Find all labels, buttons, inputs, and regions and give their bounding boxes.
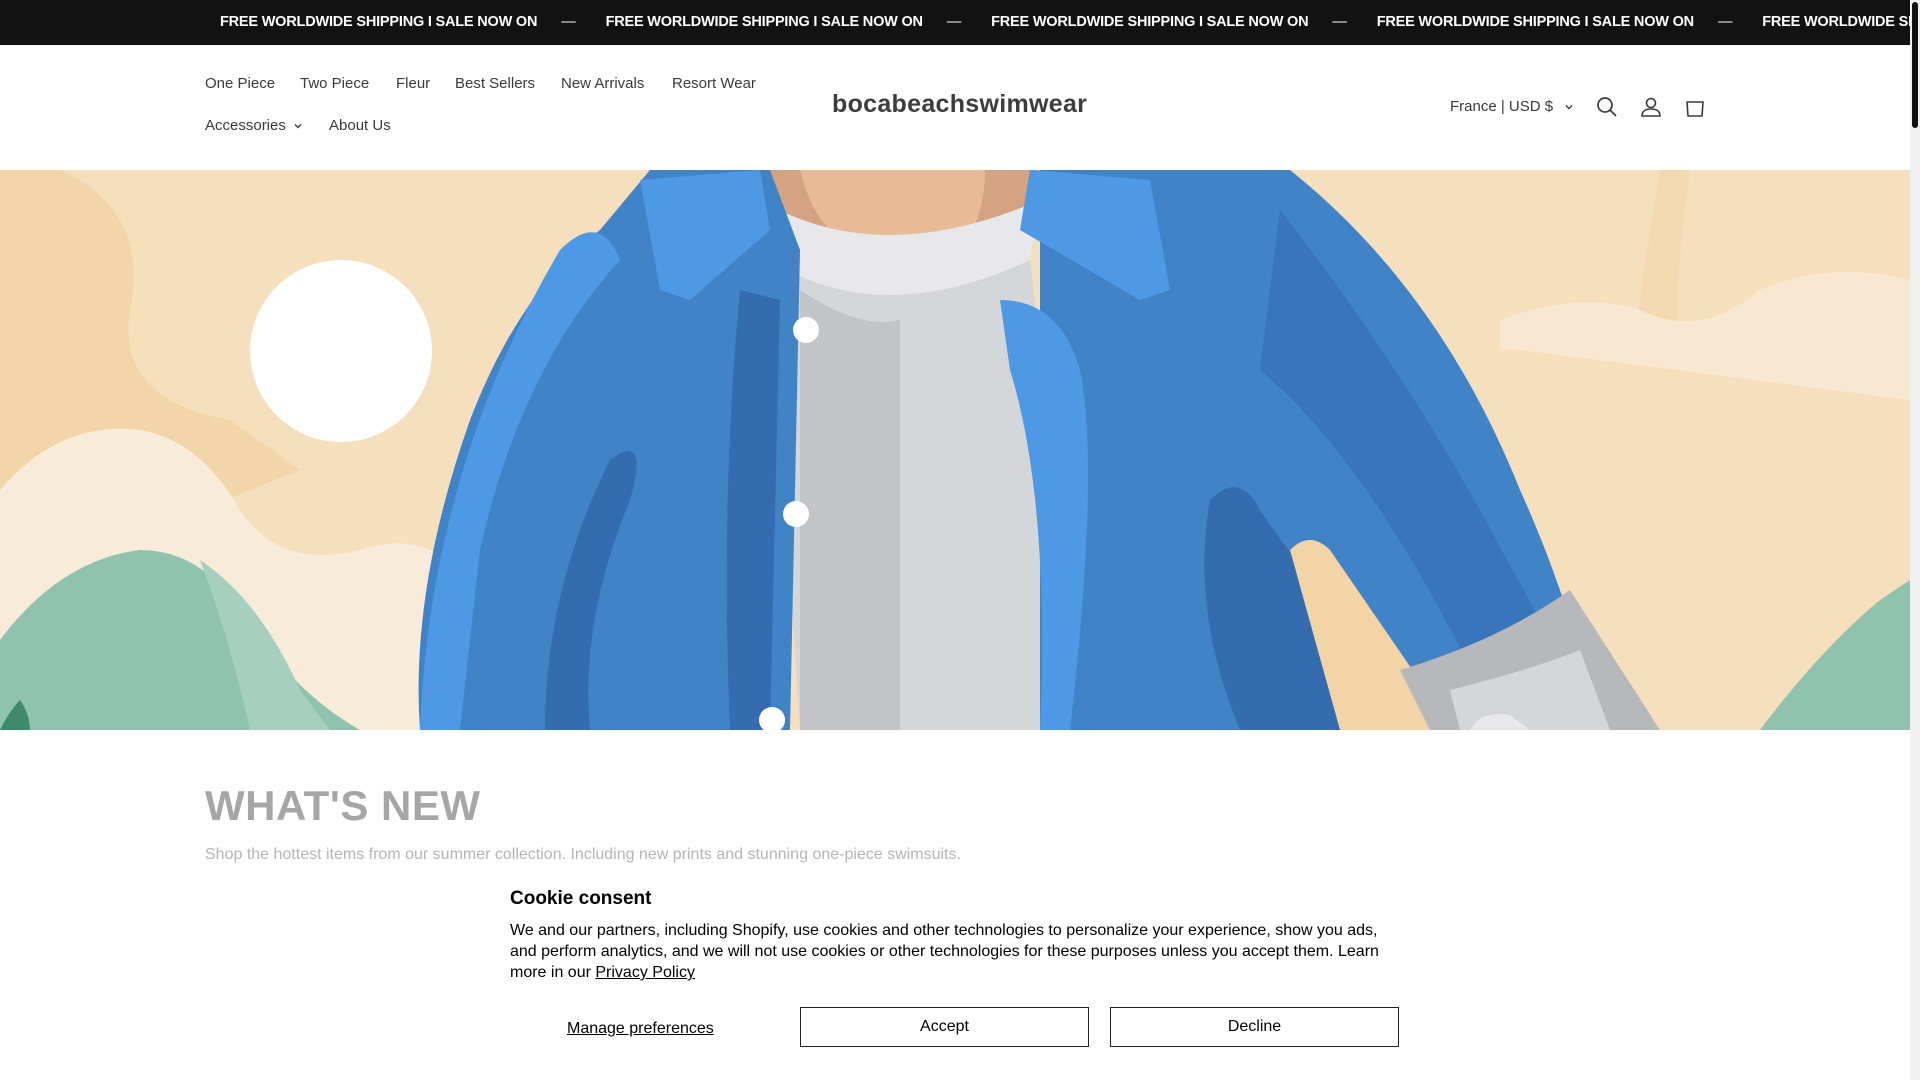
search-button[interactable] bbox=[1593, 93, 1621, 121]
locale-label: France | USD $ bbox=[1450, 98, 1554, 115]
hero-illustration bbox=[0, 170, 1910, 730]
cookie-title: Cookie consent bbox=[510, 888, 652, 909]
nav-item-fleur[interactable]: Fleur bbox=[396, 75, 430, 92]
announcement-separator: — bbox=[1332, 14, 1347, 30]
nav-item-label: Accessories bbox=[205, 117, 286, 134]
announcement-marquee: FREE WORLDWIDE SHIPPING I SALE NOW ON — F… bbox=[220, 14, 1920, 30]
announcement-text: FREE WORLDWIDE SHIPPING I SALE NOW ON bbox=[991, 14, 1309, 30]
search-icon bbox=[1597, 97, 1617, 117]
account-icon bbox=[1641, 97, 1661, 117]
nav-item-one-piece[interactable]: One Piece bbox=[205, 75, 275, 92]
decline-button[interactable]: Decline bbox=[1110, 1007, 1399, 1047]
privacy-policy-link[interactable]: Privacy Policy bbox=[595, 964, 695, 981]
cookie-body: We and our partners, including Shopify, … bbox=[510, 920, 1390, 983]
section-description: Shop the hottest items from our summer c… bbox=[205, 846, 961, 863]
announcement-text: FREE WORLDWIDE SHIPPING I SALE NOW ON bbox=[220, 14, 538, 30]
site-logo[interactable]: bocabeachswimwear bbox=[832, 90, 1087, 119]
manage-preferences-button[interactable]: Manage preferences bbox=[567, 1020, 714, 1038]
account-button[interactable] bbox=[1637, 93, 1665, 121]
announcement-separator: — bbox=[946, 14, 962, 30]
announcement-text: FREE WORLDWIDE SHIPPING I SALE NOW ON bbox=[1376, 14, 1694, 30]
cart-button[interactable] bbox=[1681, 93, 1709, 121]
scrollbar-thumb[interactable] bbox=[1912, 2, 1918, 128]
section-title: WHAT'S NEW bbox=[205, 782, 481, 829]
site-header: One Piece Two Piece Fleur Best Sellers N… bbox=[0, 45, 1910, 170]
nav-item-resort-wear[interactable]: Resort Wear bbox=[672, 75, 756, 92]
hero-banner bbox=[0, 170, 1910, 730]
nav-item-best-sellers[interactable]: Best Sellers bbox=[455, 75, 535, 92]
nav-item-accessories[interactable]: Accessories bbox=[205, 117, 304, 134]
nav-item-new-arrivals[interactable]: New Arrivals bbox=[561, 75, 644, 92]
cart-icon bbox=[1686, 101, 1704, 117]
announcement-text: FREE WORLDWIDE SHIPPING I SALE NOW ON bbox=[605, 14, 923, 30]
nav-item-two-piece[interactable]: Two Piece bbox=[300, 75, 369, 92]
announcement-separator: — bbox=[1717, 14, 1733, 30]
chevron-down-icon bbox=[294, 124, 302, 129]
nav-item-about-us[interactable]: About Us bbox=[329, 117, 391, 134]
accept-button[interactable]: Accept bbox=[800, 1007, 1089, 1047]
announcement-bar: FREE WORLDWIDE SHIPPING I SALE NOW ON — F… bbox=[0, 0, 1920, 45]
chevron-down-icon bbox=[1565, 105, 1573, 110]
sun-shape bbox=[250, 260, 432, 442]
country-currency-selector[interactable]: France | USD $ bbox=[1450, 98, 1575, 115]
page-scrollbar[interactable] bbox=[1910, 0, 1920, 1080]
announcement-separator: — bbox=[561, 14, 576, 30]
announcement-text: FREE WORLDWIDE SHIPPING I SALE NOW ON bbox=[1762, 14, 1920, 30]
cookie-consent-banner: Cookie consent We and our partners, incl… bbox=[490, 870, 1428, 1080]
